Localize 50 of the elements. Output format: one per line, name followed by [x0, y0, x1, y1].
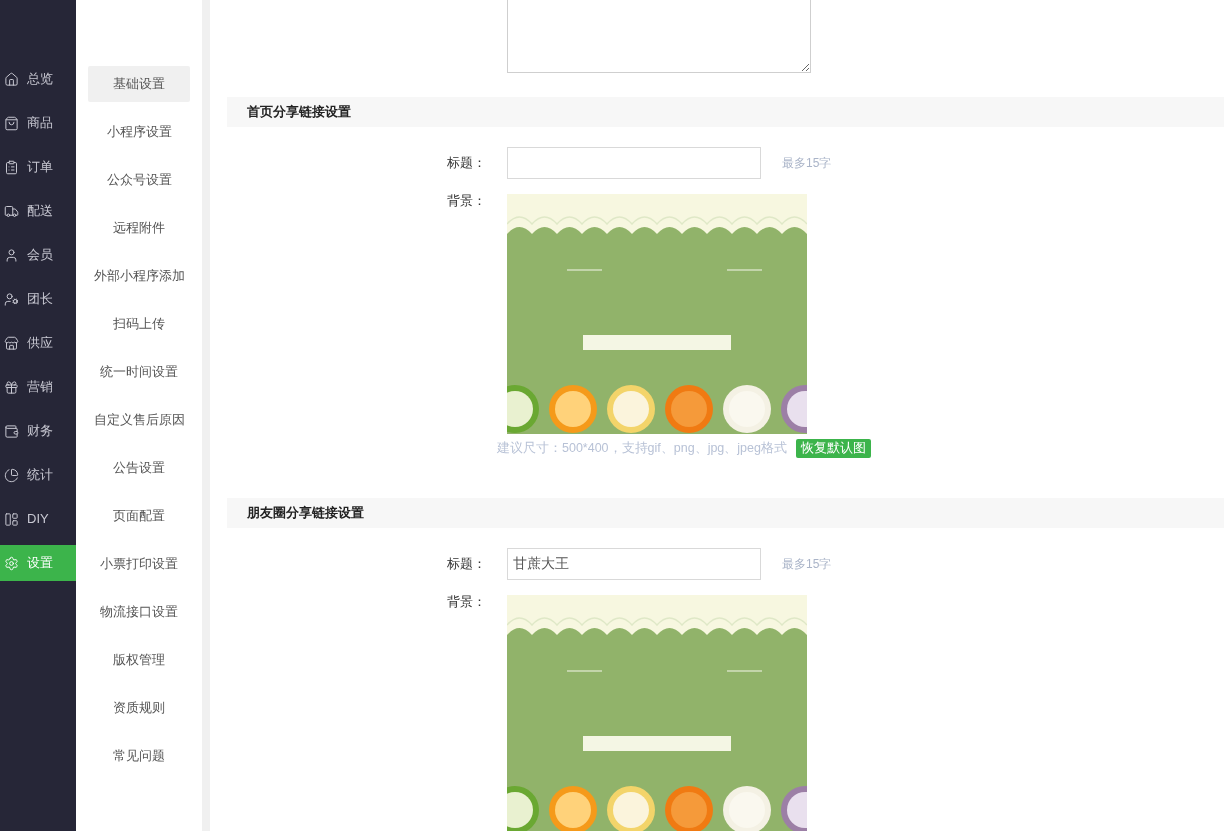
- user-icon: [4, 247, 19, 263]
- field-label: 标题：: [446, 154, 486, 173]
- user-gear-icon: [4, 291, 19, 307]
- submenu-item[interactable]: 远程附件: [88, 210, 190, 246]
- clipboard-icon: [4, 159, 19, 175]
- submenu-item[interactable]: 外部小程序添加: [88, 258, 190, 294]
- nav-item[interactable]: 总览: [0, 61, 76, 97]
- submenu-item[interactable]: 版权管理: [88, 642, 190, 678]
- nav-item[interactable]: 供应: [0, 325, 76, 361]
- hint-text: 最多15字: [782, 556, 832, 573]
- truck-icon: [4, 203, 19, 219]
- submenu-item[interactable]: 小票打印设置: [88, 546, 190, 582]
- nav-item[interactable]: 财务: [0, 413, 76, 449]
- field-label: 背景：: [446, 593, 486, 611]
- nav-item[interactable]: 营销: [0, 369, 76, 405]
- submenu-item[interactable]: 常见问题: [88, 738, 190, 774]
- submenu-item[interactable]: 基础设置: [88, 66, 190, 102]
- submenu-item[interactable]: 扫码上传: [88, 306, 190, 342]
- submenu-item[interactable]: 页面配置: [88, 498, 190, 534]
- nav-item[interactable]: 统计: [0, 457, 76, 493]
- submenu-item[interactable]: 自定义售后原因: [88, 402, 190, 438]
- nav-item[interactable]: 配送: [0, 193, 76, 229]
- nav-item[interactable]: 订单: [0, 149, 76, 185]
- submenu-item[interactable]: 公众号设置: [88, 162, 190, 198]
- submenu-item[interactable]: 统一时间设置: [88, 354, 190, 390]
- submenu-item[interactable]: 资质规则: [88, 690, 190, 726]
- hint-text: 最多15字: [782, 155, 832, 172]
- submenu-item[interactable]: 小程序设置: [88, 114, 190, 150]
- section-header: 朋友圈分享链接设置: [227, 498, 1224, 528]
- layout-icon: [4, 511, 19, 527]
- nav-item[interactable]: 团长: [0, 281, 76, 317]
- input-field[interactable]: [507, 147, 761, 179]
- store-icon: [4, 335, 19, 351]
- house-icon: [4, 71, 19, 87]
- submenu-item[interactable]: 物流接口设置: [88, 594, 190, 630]
- settings-icon: [4, 555, 19, 571]
- section-header: 首页分享链接设置: [227, 97, 1224, 127]
- text-area[interactable]: [507, 0, 811, 73]
- bag-icon: [4, 115, 19, 131]
- gift-icon: [4, 379, 19, 395]
- nav-item[interactable]: 会员: [0, 237, 76, 273]
- submenu-item[interactable]: 公告设置: [88, 450, 190, 486]
- nav-item[interactable]: 商品: [0, 105, 76, 141]
- nav-item[interactable]: DIY: [0, 501, 76, 537]
- hint-text: 建议尺寸：500*400，支持gif、png、jpg、jpeg格式: [497, 440, 787, 458]
- pie-chart-icon: [4, 467, 19, 483]
- field-label: 背景：: [446, 192, 486, 210]
- wallet-icon: [4, 423, 19, 439]
- field-label: 标题：: [446, 555, 486, 574]
- input-field[interactable]: 甘蔗大王: [507, 548, 761, 580]
